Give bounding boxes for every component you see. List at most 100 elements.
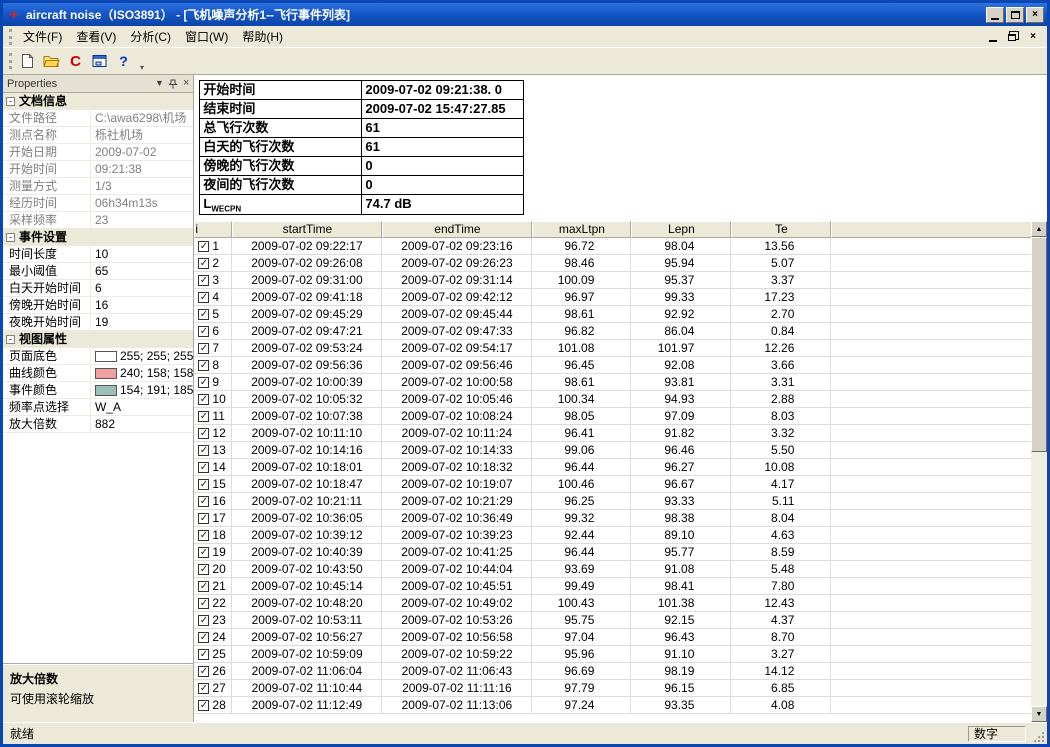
record-c-button[interactable]	[64, 50, 87, 72]
row-checkbox-checked[interactable]	[198, 292, 209, 303]
property-row[interactable]: 放大倍数882	[3, 416, 193, 433]
row-checkbox-checked[interactable]	[198, 411, 209, 422]
column-header-i[interactable]: i	[194, 221, 232, 238]
property-value[interactable]: 16	[91, 297, 193, 313]
row-checkbox-checked[interactable]	[198, 241, 209, 252]
row-checkbox-checked[interactable]	[198, 258, 209, 269]
row-checkbox-checked[interactable]	[198, 343, 209, 354]
row-checkbox-checked[interactable]	[198, 309, 209, 320]
property-value[interactable]: 19	[91, 314, 193, 330]
close-button[interactable]: ×	[1026, 7, 1044, 23]
row-checkbox-checked[interactable]	[198, 360, 209, 371]
event-row[interactable]: 12009-07-02 09:22:172009-07-02 09:23:169…	[194, 238, 1031, 255]
panel-dropdown-icon[interactable]: ▼	[155, 79, 164, 88]
event-row[interactable]: 202009-07-02 10:43:502009-07-02 10:44:04…	[194, 561, 1031, 578]
vertical-scrollbar[interactable]: ▲ ▼	[1031, 221, 1047, 722]
row-checkbox-checked[interactable]	[198, 462, 209, 473]
property-row[interactable]: 测点名称栎社机场	[3, 127, 193, 144]
event-row[interactable]: 32009-07-02 09:31:002009-07-02 09:31:141…	[194, 272, 1031, 289]
property-row[interactable]: 时间长度10	[3, 246, 193, 263]
property-value[interactable]: 65	[91, 263, 193, 279]
row-checkbox-checked[interactable]	[198, 530, 209, 541]
event-row[interactable]: 72009-07-02 09:53:242009-07-02 09:54:171…	[194, 340, 1031, 357]
event-row[interactable]: 132009-07-02 10:14:162009-07-02 10:14:33…	[194, 442, 1031, 459]
property-section-header[interactable]: 事件设置	[3, 229, 193, 246]
event-row[interactable]: 182009-07-02 10:39:122009-07-02 10:39:23…	[194, 527, 1031, 544]
property-row[interactable]: 白天开始时间6	[3, 280, 193, 297]
property-value[interactable]: 6	[91, 280, 193, 296]
row-checkbox-checked[interactable]	[198, 428, 209, 439]
column-header-Lepn[interactable]: Lepn	[631, 221, 731, 238]
event-row[interactable]: 42009-07-02 09:41:182009-07-02 09:42:129…	[194, 289, 1031, 306]
property-value[interactable]: W_A	[91, 399, 193, 415]
property-value[interactable]: C:\awa6298\机场	[91, 110, 193, 126]
property-row[interactable]: 页面底色255; 255; 255	[3, 348, 193, 365]
property-row[interactable]: 经历时间06h34m13s	[3, 195, 193, 212]
column-header-endTime[interactable]: endTime	[382, 221, 532, 238]
property-row[interactable]: 文件路径C:\awa6298\机场	[3, 110, 193, 127]
property-value[interactable]: 882	[91, 416, 193, 432]
event-row[interactable]: 272009-07-02 11:10:442009-07-02 11:11:16…	[194, 680, 1031, 697]
row-checkbox-checked[interactable]	[198, 394, 209, 405]
property-row[interactable]: 事件颜色154; 191; 185	[3, 382, 193, 399]
row-checkbox-checked[interactable]	[198, 683, 209, 694]
row-checkbox-checked[interactable]	[198, 275, 209, 286]
property-value[interactable]: 09:21:38	[91, 161, 193, 177]
menubar-grip[interactable]	[9, 29, 12, 45]
property-value[interactable]: 2009-07-02	[91, 144, 193, 160]
menu-item-file[interactable]: 文件(F)	[16, 30, 69, 44]
scroll-down-button[interactable]: ▼	[1031, 706, 1047, 722]
property-section-header[interactable]: 视图属性	[3, 331, 193, 348]
property-row[interactable]: 曲线颜色240; 158; 158	[3, 365, 193, 382]
row-checkbox-checked[interactable]	[198, 700, 209, 711]
mdi-restore-button[interactable]	[1005, 30, 1021, 44]
property-row[interactable]: 傍晚开始时间16	[3, 297, 193, 314]
column-header-startTime[interactable]: startTime	[232, 221, 382, 238]
row-checkbox-checked[interactable]	[198, 377, 209, 388]
event-row[interactable]: 62009-07-02 09:47:212009-07-02 09:47:339…	[194, 323, 1031, 340]
property-row[interactable]: 开始日期2009-07-02	[3, 144, 193, 161]
property-row[interactable]: 开始时间09:21:38	[3, 161, 193, 178]
new-document-button[interactable]	[16, 50, 39, 72]
event-row[interactable]: 282009-07-02 11:12:492009-07-02 11:13:06…	[194, 697, 1031, 714]
event-row[interactable]: 252009-07-02 10:59:092009-07-02 10:59:22…	[194, 646, 1031, 663]
event-row[interactable]: 102009-07-02 10:05:322009-07-02 10:05:46…	[194, 391, 1031, 408]
event-row[interactable]: 122009-07-02 10:11:102009-07-02 10:11:24…	[194, 425, 1031, 442]
row-checkbox-checked[interactable]	[198, 632, 209, 643]
collapse-icon[interactable]	[6, 97, 15, 106]
column-header-maxLtpn[interactable]: maxLtpn	[532, 221, 631, 238]
event-row[interactable]: 172009-07-02 10:36:052009-07-02 10:36:49…	[194, 510, 1031, 527]
collapse-icon[interactable]	[6, 335, 15, 344]
property-value[interactable]: 154; 191; 185	[91, 382, 193, 398]
event-row[interactable]: 142009-07-02 10:18:012009-07-02 10:18:32…	[194, 459, 1031, 476]
properties-dialog-button[interactable]	[88, 50, 111, 72]
event-row[interactable]: 152009-07-02 10:18:472009-07-02 10:19:07…	[194, 476, 1031, 493]
row-checkbox-checked[interactable]	[198, 496, 209, 507]
row-checkbox-checked[interactable]	[198, 547, 209, 558]
collapse-icon[interactable]	[6, 233, 15, 242]
property-row[interactable]: 频率点选择W_A	[3, 399, 193, 416]
event-row[interactable]: 92009-07-02 10:00:392009-07-02 10:00:589…	[194, 374, 1031, 391]
event-row[interactable]: 52009-07-02 09:45:292009-07-02 09:45:449…	[194, 306, 1031, 323]
event-row[interactable]: 242009-07-02 10:56:272009-07-02 10:56:58…	[194, 629, 1031, 646]
row-checkbox-checked[interactable]	[198, 513, 209, 524]
row-checkbox-checked[interactable]	[198, 581, 209, 592]
menu-item-analysis[interactable]: 分析(C)	[123, 30, 178, 44]
row-checkbox-checked[interactable]	[198, 649, 209, 660]
event-row[interactable]: 232009-07-02 10:53:112009-07-02 10:53:26…	[194, 612, 1031, 629]
event-row[interactable]: 22009-07-02 09:26:082009-07-02 09:26:239…	[194, 255, 1031, 272]
toolbar-overflow-chevron-icon[interactable]	[140, 63, 144, 72]
row-checkbox-checked[interactable]	[198, 479, 209, 490]
row-checkbox-checked[interactable]	[198, 598, 209, 609]
row-checkbox-checked[interactable]	[198, 666, 209, 677]
menu-item-help[interactable]: 帮助(H)	[235, 30, 290, 44]
event-row[interactable]: 212009-07-02 10:45:142009-07-02 10:45:51…	[194, 578, 1031, 595]
property-value[interactable]: 240; 158; 158	[91, 365, 193, 381]
event-row[interactable]: 222009-07-02 10:48:202009-07-02 10:49:02…	[194, 595, 1031, 612]
property-value[interactable]: 23	[91, 212, 193, 228]
property-row[interactable]: 采样频率23	[3, 212, 193, 229]
event-row[interactable]: 112009-07-02 10:07:382009-07-02 10:08:24…	[194, 408, 1031, 425]
property-row[interactable]: 最小阈值65	[3, 263, 193, 280]
property-row[interactable]: 夜晚开始时间19	[3, 314, 193, 331]
event-row[interactable]: 262009-07-02 11:06:042009-07-02 11:06:43…	[194, 663, 1031, 680]
